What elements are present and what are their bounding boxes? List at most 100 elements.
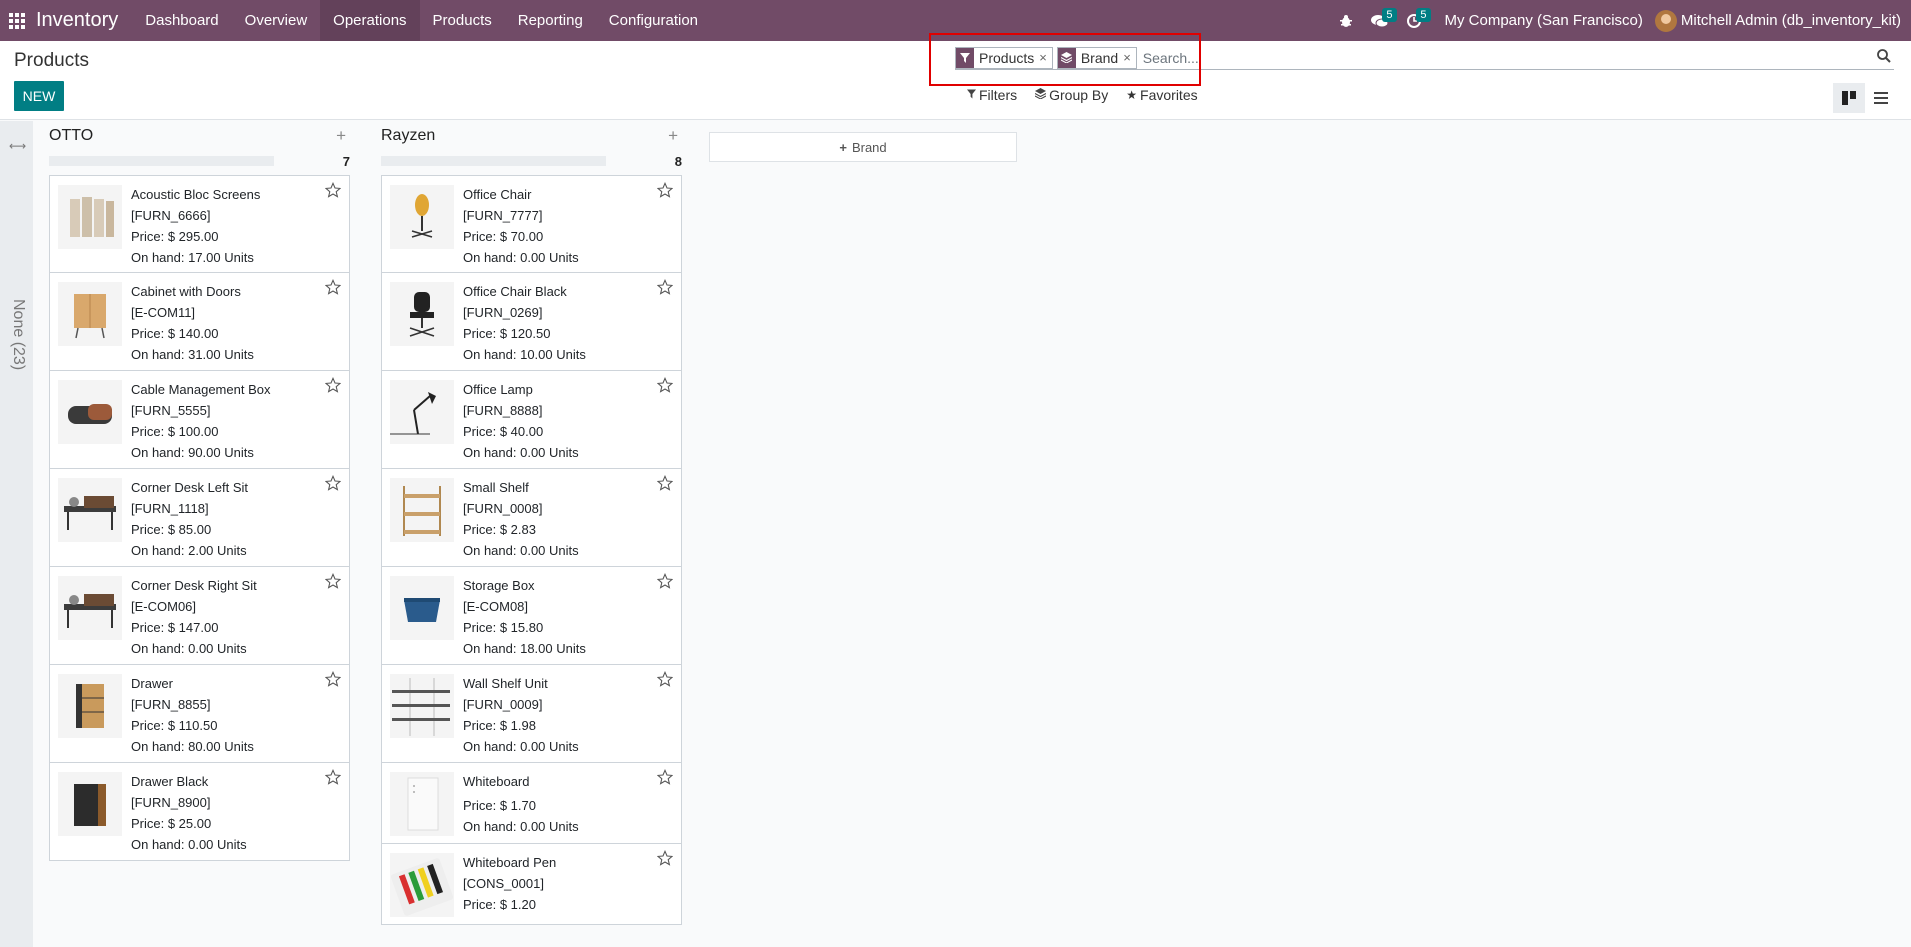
product-price: Price: $ 25.00 bbox=[131, 816, 212, 831]
product-card[interactable]: Storage Box [E-COM08] Price: $ 15.80 On han… bbox=[381, 567, 682, 665]
menu-products[interactable]: Products bbox=[420, 0, 505, 41]
facet-remove-icon[interactable]: × bbox=[1039, 50, 1052, 65]
new-button[interactable]: NEW bbox=[14, 81, 64, 111]
favorite-star-icon[interactable] bbox=[324, 572, 342, 589]
column-progressbar[interactable] bbox=[49, 156, 274, 166]
kanban-view-icon[interactable] bbox=[1833, 83, 1865, 113]
product-name: Storage Box bbox=[463, 578, 535, 593]
product-card[interactable]: Office Chair Black [FURN_0269] Price: $ 12… bbox=[381, 273, 682, 371]
favorite-star-icon[interactable] bbox=[324, 670, 342, 687]
product-card[interactable]: Corner Desk Left Sit [FURN_1118] Price: $ … bbox=[49, 469, 350, 567]
product-card-body: Drawer [FURN_8855] Price: $ 110.50 On hand:… bbox=[131, 673, 254, 757]
product-on-hand: On hand: 80.00 Units bbox=[131, 739, 254, 754]
favorite-star-icon[interactable] bbox=[656, 474, 674, 491]
product-price: Price: $ 1.98 bbox=[463, 718, 536, 733]
product-name: Office Chair bbox=[463, 187, 532, 202]
search-input[interactable] bbox=[1140, 49, 1341, 66]
group-by-dropdown[interactable]: Group By bbox=[1034, 87, 1109, 103]
group-by-label: Group By bbox=[1049, 87, 1109, 103]
activities-clock-icon[interactable]: 5 bbox=[1397, 0, 1431, 41]
favorite-star-icon[interactable] bbox=[656, 572, 674, 589]
product-card[interactable]: Office Lamp [FURN_8888] Price: $ 40.00 On h… bbox=[381, 371, 682, 469]
product-card[interactable]: Acoustic Bloc Screens [FURN_6666] Price: $… bbox=[49, 175, 350, 273]
product-image bbox=[390, 576, 454, 640]
product-card[interactable]: Whiteboard Pen [CONS_0001] Price: $ 1.20 bbox=[381, 844, 682, 925]
debug-bug-icon[interactable] bbox=[1329, 0, 1363, 41]
activities-badge: 5 bbox=[1416, 8, 1431, 22]
folded-column-none[interactable]: ⟷ None (23) bbox=[0, 121, 33, 947]
search-icon[interactable] bbox=[1876, 48, 1894, 66]
favorite-star-icon[interactable] bbox=[656, 849, 674, 866]
view-switcher bbox=[1833, 83, 1897, 113]
favorite-star-icon[interactable] bbox=[656, 376, 674, 393]
favorite-star-icon[interactable] bbox=[324, 278, 342, 295]
list-view-icon[interactable] bbox=[1865, 83, 1897, 113]
facet-remove-icon[interactable]: × bbox=[1123, 50, 1136, 65]
product-name: Wall Shelf Unit bbox=[463, 676, 548, 691]
product-card[interactable]: Small Shelf [FURN_0008] Price: $ 2.83 On ha… bbox=[381, 469, 682, 567]
menu-reporting[interactable]: Reporting bbox=[505, 0, 596, 41]
page-title: Products bbox=[14, 50, 89, 71]
column-title[interactable]: Rayzen bbox=[381, 127, 435, 145]
column-progressbar[interactable] bbox=[381, 156, 606, 166]
product-card[interactable]: Wall Shelf Unit [FURN_0009] Price: $ 1.98 O… bbox=[381, 665, 682, 763]
filter-icon bbox=[956, 47, 974, 68]
folded-column-label: None (23) bbox=[10, 299, 27, 371]
facet-products-filter: Products × bbox=[955, 46, 1053, 69]
favorite-star-icon[interactable] bbox=[656, 181, 674, 198]
product-card[interactable]: Whiteboard Price: $ 1.70 On hand: 0.00 Uni… bbox=[381, 763, 682, 844]
product-price: Price: $ 100.00 bbox=[131, 424, 219, 439]
product-card[interactable]: Drawer Black [FURN_8900] Price: $ 25.00 On … bbox=[49, 763, 350, 861]
product-card[interactable]: Corner Desk Right Sit [E-COM06] Price: $ 1… bbox=[49, 567, 350, 665]
company-switcher[interactable]: My Company (San Francisco) bbox=[1431, 12, 1655, 29]
product-card[interactable]: Office Chair [FURN_7777] Price: $ 70.00 On … bbox=[381, 175, 682, 273]
favorite-star-icon[interactable] bbox=[324, 376, 342, 393]
menu-configuration[interactable]: Configuration bbox=[596, 0, 711, 41]
product-on-hand: On hand: 0.00 Units bbox=[131, 837, 247, 852]
product-image bbox=[58, 674, 122, 738]
filters-dropdown[interactable]: Filters bbox=[967, 87, 1017, 103]
product-on-hand: On hand: 10.00 Units bbox=[463, 347, 586, 362]
product-image bbox=[390, 772, 454, 836]
favorite-star-icon[interactable] bbox=[324, 474, 342, 491]
product-price: Price: $ 140.00 bbox=[131, 326, 219, 341]
favorite-star-icon[interactable] bbox=[656, 278, 674, 295]
unfold-arrows-icon[interactable]: ⟷ bbox=[9, 139, 26, 153]
apps-menu-icon[interactable] bbox=[0, 0, 34, 41]
product-card[interactable]: Drawer [FURN_8855] Price: $ 110.50 On hand:… bbox=[49, 665, 350, 763]
product-reference: [E-COM06] bbox=[131, 599, 197, 614]
product-price: Price: $ 110.50 bbox=[131, 718, 218, 733]
product-card[interactable]: Cabinet with Doors [E-COM11] Price: $ 140.… bbox=[49, 273, 350, 371]
favorite-star-icon[interactable] bbox=[324, 181, 342, 198]
product-name: Acoustic Bloc Screens bbox=[131, 187, 261, 202]
menu-dashboard[interactable]: Dashboard bbox=[132, 0, 231, 41]
product-reference: [FURN_6666] bbox=[131, 208, 211, 223]
user-menu[interactable]: Mitchell Admin (db_inventory_kit) bbox=[1654, 9, 1911, 32]
product-on-hand: On hand: 0.00 Units bbox=[463, 543, 579, 558]
product-price: Price: $ 120.50 bbox=[463, 326, 551, 341]
filters-label: Filters bbox=[979, 87, 1018, 103]
favorite-star-icon[interactable] bbox=[656, 768, 674, 785]
product-card-body: Whiteboard Pen [CONS_0001] Price: $ 1.20 bbox=[463, 852, 556, 915]
product-card-body: Office Chair Black [FURN_0269] Price: $ 12… bbox=[463, 281, 586, 365]
favorite-star-icon[interactable] bbox=[324, 768, 342, 785]
product-price: Price: $ 85.00 bbox=[131, 522, 212, 537]
app-name[interactable]: Inventory bbox=[34, 9, 132, 32]
product-image bbox=[58, 185, 122, 249]
messages-icon[interactable]: 5 bbox=[1363, 0, 1397, 41]
product-card[interactable]: Cable Management Box [FURN_5555] Price: $ … bbox=[49, 371, 350, 469]
quick-create-plus-icon[interactable]: + bbox=[336, 126, 350, 146]
quick-create-plus-icon[interactable]: + bbox=[668, 126, 682, 146]
product-on-hand: On hand: 18.00 Units bbox=[463, 641, 586, 656]
top-navbar: Inventory Dashboard Overview Operations … bbox=[0, 0, 1911, 41]
product-card-body: Whiteboard Price: $ 1.70 On hand: 0.00 Uni… bbox=[463, 771, 579, 837]
favorites-dropdown[interactable]: ★ Favorites bbox=[1126, 87, 1197, 103]
add-column-button[interactable]: + Brand bbox=[709, 132, 1017, 162]
search-bar: Products × Brand × bbox=[955, 46, 1894, 70]
column-title[interactable]: OTTO bbox=[49, 127, 93, 145]
product-on-hand: On hand: 90.00 Units bbox=[131, 445, 254, 460]
menu-operations[interactable]: Operations bbox=[320, 0, 420, 41]
favorite-star-icon[interactable] bbox=[656, 670, 674, 687]
menu-overview[interactable]: Overview bbox=[232, 0, 321, 41]
search-options: Filters Group By ★ Favorites bbox=[967, 87, 1216, 103]
